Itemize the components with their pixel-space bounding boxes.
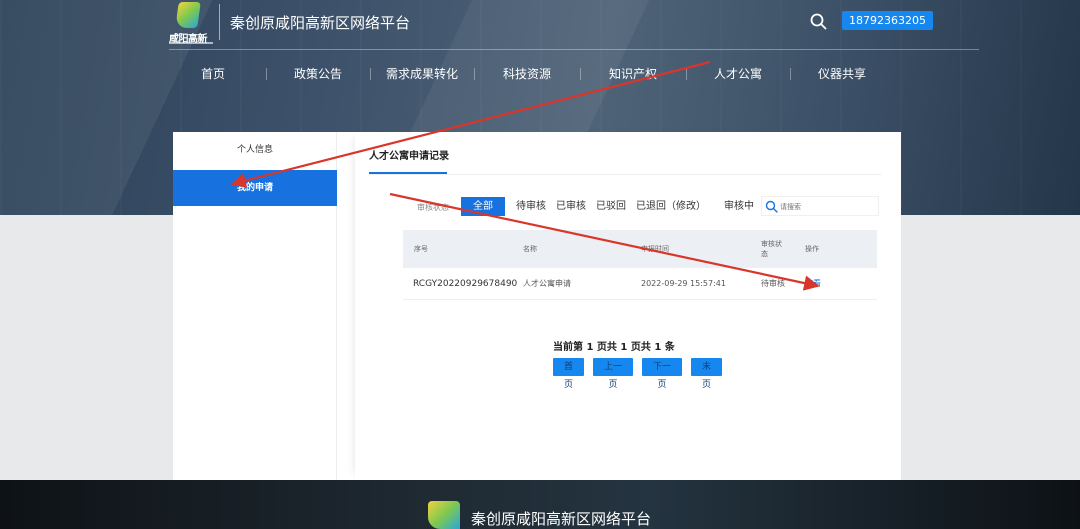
sidebar-item-my-applications[interactable]: 我的申请 (173, 170, 337, 206)
pagination: 首页 上一页 下一页 末页 (553, 358, 722, 390)
site-logo[interactable]: 咸阳高新 (169, 2, 213, 45)
main-card: 个人信息 我的申请 人才公寓申请记录 审核状态 全部 待审核 已审核 已驳回 已… (173, 132, 901, 480)
pagination-summary: 当前第 1 页共 1 页共 1 条 (553, 342, 675, 353)
nav-policy[interactable]: 政策公告 (266, 62, 370, 86)
search-input[interactable] (780, 199, 870, 214)
search-icon[interactable] (765, 200, 778, 213)
sidebar-item-profile[interactable]: 个人信息 (173, 132, 337, 168)
header-divider (169, 49, 979, 50)
cell-status: 待审核 (761, 279, 785, 288)
content-panel: 人才公寓申请记录 审核状态 全部 待审核 已审核 已驳回 已退回（修改） 审核中… (355, 132, 901, 480)
user-phone-button[interactable]: 18792363205 (842, 11, 933, 30)
footer-title: 秦创原咸阳高新区网络平台 (471, 510, 652, 528)
filter-all[interactable]: 全部 (461, 197, 505, 216)
first-page-button[interactable]: 首页 (553, 358, 584, 390)
filter-approved[interactable]: 已审核 (551, 197, 591, 216)
nav-demand[interactable]: 需求成果转化 (370, 62, 474, 86)
filter-pending[interactable]: 待审核 (511, 197, 551, 216)
page-title: 人才公寓申请记录 (369, 151, 449, 162)
logo-mark-icon (175, 2, 201, 28)
logo-divider (219, 4, 220, 40)
last-page-button[interactable]: 末页 (691, 358, 722, 390)
search-icon[interactable] (810, 13, 827, 30)
column-header-status: 审核状态 (761, 240, 782, 258)
column-header-serial: 序号 (414, 245, 428, 253)
footer-logo-icon (428, 501, 460, 529)
filter-label: 审核状态 (417, 203, 449, 212)
prev-page-button[interactable]: 上一页 (593, 358, 633, 390)
nav-instruments[interactable]: 仪器共享 (790, 62, 894, 86)
table-row: RCGY20220929678490 人才公寓申请 2022-09-29 15:… (403, 268, 877, 300)
title-rule (369, 174, 881, 175)
nav-ip[interactable]: 知识产权 (580, 62, 686, 86)
table-header: 序号 名称 申报时间 审核状态 操作 (403, 230, 877, 268)
filter-returned[interactable]: 已退回（修改） (631, 197, 711, 216)
search-box (761, 196, 879, 216)
next-page-button[interactable]: 下一页 (642, 358, 682, 390)
cell-serial: RCGY20220929678490 (413, 279, 518, 289)
sidebar: 个人信息 我的申请 (173, 132, 337, 480)
view-link[interactable]: 查看 (805, 268, 821, 300)
nav-resources[interactable]: 科技资源 (474, 62, 580, 86)
cell-date: 2022-09-29 15:57:41 (641, 279, 726, 288)
column-header-action: 操作 (805, 245, 819, 253)
filter-rejected[interactable]: 已驳回 (591, 197, 631, 216)
nav-talent-apartment[interactable]: 人才公寓 (686, 62, 790, 86)
cell-name: 人才公寓申请 (523, 279, 571, 288)
nav-home[interactable]: 首页 (160, 62, 266, 86)
filter-reviewing[interactable]: 审核中 (719, 197, 759, 216)
site-title: 秦创原咸阳高新区网络平台 (230, 14, 411, 32)
footer: 秦创原咸阳高新区网络平台 (0, 480, 1080, 529)
status-filter-tabs: 全部 待审核 已审核 已驳回 已退回（修改） 审核中 (461, 197, 759, 216)
column-header-date: 申报时间 (641, 245, 669, 253)
main-nav: 首页 政策公告 需求成果转化 科技资源 知识产权 人才公寓 仪器共享 (160, 62, 920, 86)
column-header-name: 名称 (523, 245, 537, 253)
logo-underline (169, 42, 213, 44)
applications-table: 序号 名称 申报时间 审核状态 操作 RCGY20220929678490 人才… (403, 230, 877, 300)
